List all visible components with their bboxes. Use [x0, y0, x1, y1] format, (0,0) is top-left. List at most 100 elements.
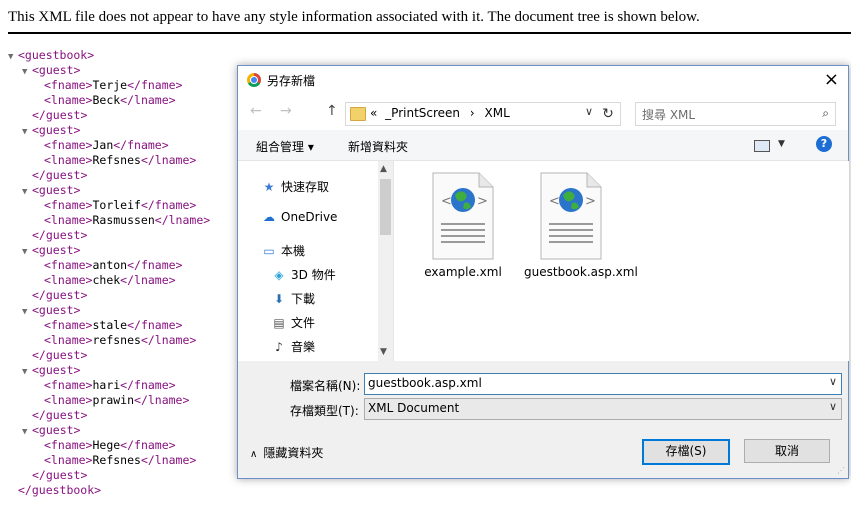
xml-line-root-open[interactable]: ▼ <guestbook> [8, 48, 210, 63]
nav-item[interactable]: ◈ 3D 物件 [271, 266, 335, 284]
save-as-dialog: 另存新檔 × ← → ↑ « _PrintScreen › XML ∨ ↻ 搜尋… [237, 65, 849, 479]
help-icon[interactable]: ? [816, 136, 832, 152]
xml-line-guest-open[interactable]: ▼ <guest> [8, 243, 210, 258]
xml-line-guest-close: </guest> [8, 348, 210, 363]
nav-item-icon: ★ [263, 180, 275, 194]
collapse-triangle-icon[interactable]: ▼ [22, 65, 32, 80]
xml-tag: </fname> [127, 78, 183, 92]
filename-value[interactable]: guestbook.asp.xml [368, 376, 482, 390]
xml-line-lname: <lname>Refsnes</lname> [8, 153, 210, 168]
nav-item[interactable]: ☁ OneDrive [261, 210, 337, 228]
xml-text: hari [92, 378, 121, 392]
hide-folders-button[interactable]: ∧ 隱藏資料夾 [250, 444, 323, 461]
dialog-title: 另存新檔 [267, 74, 316, 88]
xml-line-guest-open[interactable]: ▼ <guest> [8, 183, 210, 198]
nav-item[interactable]: ♪ 音樂 [271, 338, 315, 356]
file-item[interactable]: < > example.xml [416, 171, 510, 279]
nav-item-icon: ◈ [274, 268, 284, 282]
refresh-icon[interactable]: ↻ [596, 102, 621, 126]
xml-tag: </guest> [32, 288, 88, 302]
back-arrow-icon[interactable]: ← [250, 103, 262, 119]
xml-tag: <lname> [44, 273, 93, 287]
xml-text: Jan [92, 138, 114, 152]
xml-tag: </fname> [127, 318, 183, 332]
breadcrumb-xml[interactable]: XML [485, 106, 510, 120]
scroll-thumb[interactable] [380, 179, 391, 235]
xml-tag: </fname> [140, 198, 197, 212]
xml-tag: </lname> [120, 273, 176, 287]
chevron-down-icon[interactable]: ∨ [829, 400, 837, 413]
xml-text: anton [92, 258, 128, 272]
view-dropdown-icon[interactable]: ▼ [778, 139, 785, 149]
xml-text: prawin [92, 393, 135, 407]
breadcrumb-separator-icon[interactable]: › [470, 106, 475, 120]
xml-line-lname: <lname>prawin</lname> [8, 393, 210, 408]
up-arrow-icon[interactable]: ↑ [326, 103, 338, 119]
save-button[interactable]: 存檔(S) [642, 439, 730, 465]
nav-item-label: 音樂 [291, 340, 316, 354]
xml-line-guest-close: </guest> [8, 408, 210, 423]
chevron-down-icon[interactable]: ∨ [829, 375, 837, 388]
xml-tag: <lname> [44, 93, 93, 107]
filename-label: 檔案名稱(N): [290, 379, 361, 393]
xml-tag: </guest> [32, 348, 88, 362]
file-list: < > example.xml < > guestbook.asp.xml [393, 161, 849, 361]
xml-tag: </guest> [32, 408, 88, 422]
xml-line-guest-open[interactable]: ▼ <guest> [8, 123, 210, 138]
view-options-icon[interactable] [754, 140, 770, 152]
xml-tag: </fname> [127, 258, 183, 272]
xml-line-guest-open[interactable]: ▼ <guest> [8, 303, 210, 318]
xml-line-guest-open[interactable]: ▼ <guest> [8, 63, 210, 78]
cancel-button[interactable]: 取消 [744, 439, 830, 463]
xml-line-guest-open[interactable]: ▼ <guest> [8, 423, 210, 438]
collapse-triangle-icon[interactable]: ▼ [22, 425, 32, 440]
xml-tag: <lname> [44, 153, 93, 167]
search-input[interactable]: 搜尋 XML ⌕ [635, 102, 836, 126]
close-icon[interactable]: × [824, 69, 839, 90]
xml-tag: </lname> [120, 93, 176, 107]
nav-item[interactable]: ▤ 文件 [271, 314, 315, 332]
collapse-triangle-icon[interactable]: ▼ [22, 305, 32, 320]
collapse-triangle-icon[interactable]: ▼ [22, 245, 32, 260]
chevron-down-icon[interactable]: ∨ [585, 105, 593, 118]
xml-tag: <guest> [32, 123, 81, 137]
nav-item-label: OneDrive [281, 210, 338, 224]
scroll-down-icon[interactable]: ▼ [380, 347, 387, 357]
resize-grip-icon[interactable]: ⋰ [837, 466, 845, 475]
xml-line-guest-close: </guest> [8, 288, 210, 303]
breadcrumb-printscreen[interactable]: _PrintScreen [385, 106, 460, 120]
xml-file-icon: < > [429, 171, 497, 261]
address-bar[interactable]: « _PrintScreen › XML ∨ [345, 102, 598, 126]
search-icon: ⌕ [822, 106, 829, 120]
file-name: example.xml [424, 265, 502, 279]
nav-item[interactable]: ★ 快速存取 [261, 178, 329, 196]
xml-tag: <guest> [32, 423, 81, 437]
chevron-up-icon: ∧ [250, 449, 258, 460]
xml-tag: <guest> [32, 363, 81, 377]
organize-button[interactable]: 組合管理 ▾ [256, 138, 314, 155]
xml-tag: </lname> [140, 333, 197, 347]
xml-tag: <guest> [32, 63, 81, 77]
filename-field[interactable]: guestbook.asp.xml ∨ [364, 373, 842, 395]
xml-tree: ▼ <guestbook> ▼ <guest> <fname>Terje</fname>… [8, 48, 210, 498]
nav-item[interactable]: ▭ 本機 [261, 242, 305, 260]
new-folder-button[interactable]: 新增資料夾 [348, 138, 408, 155]
file-item[interactable]: < > guestbook.asp.xml [524, 171, 638, 279]
nav-item-icon: ▤ [273, 316, 285, 330]
nav-scrollbar[interactable]: ▲ ▼ [378, 161, 393, 361]
collapse-triangle-icon[interactable]: ▼ [22, 185, 32, 200]
nav-item[interactable]: ⬇ 下載 [271, 290, 315, 308]
forward-arrow-icon[interactable]: → [280, 103, 292, 119]
collapse-triangle-icon[interactable]: ▼ [8, 50, 18, 65]
scroll-up-icon[interactable]: ▲ [380, 164, 387, 174]
xml-line-guest-open[interactable]: ▼ <guest> [8, 363, 210, 378]
collapse-triangle-icon[interactable]: ▼ [22, 365, 32, 380]
xml-tag: <lname> [44, 333, 93, 347]
xml-tag: <guest> [32, 243, 81, 257]
xml-tag: <fname> [44, 378, 93, 392]
collapse-triangle-icon[interactable]: ▼ [22, 125, 32, 140]
overflow-chevron[interactable]: « [370, 106, 377, 120]
xml-text: Hege [92, 438, 121, 452]
filetype-select[interactable]: XML Document ∨ [364, 398, 842, 420]
nav-item-icon: ☁ [263, 210, 275, 224]
